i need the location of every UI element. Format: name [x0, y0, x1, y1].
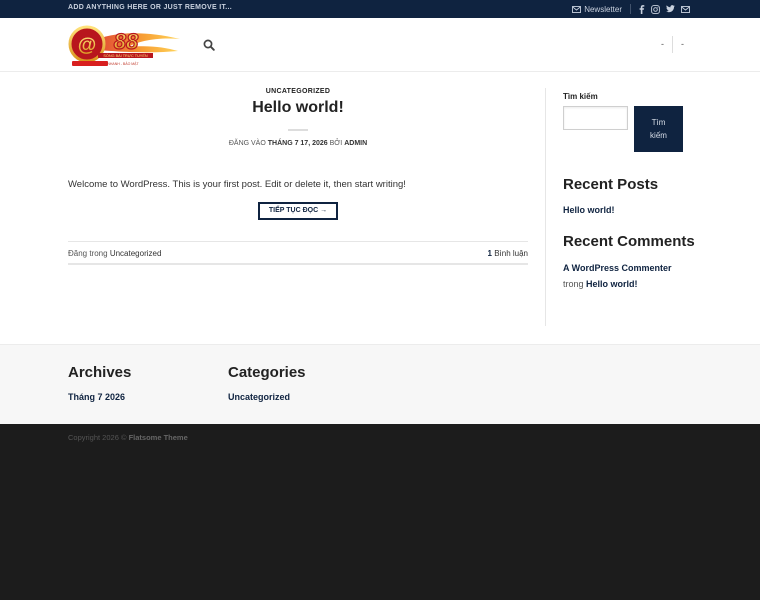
post-footer: Đăng trong Uncategorized 1 Bình luận	[68, 241, 528, 265]
header-search-button[interactable]	[203, 38, 215, 51]
twitter-icon[interactable]	[666, 5, 675, 13]
header-nav-item-2[interactable]: -	[673, 39, 692, 49]
comment-author-link[interactable]: A WordPress Commenter	[563, 263, 672, 273]
comment-label: Bình luận	[494, 249, 528, 258]
svg-text:@: @	[78, 35, 97, 56]
read-more-button[interactable]: TIẾP TỤC ĐỌC →	[258, 202, 338, 220]
instagram-icon[interactable]	[651, 4, 660, 14]
footer-widgets: Archives Tháng 7 2026 Categories Uncateg…	[0, 344, 760, 424]
top-bar: ADD ANYTHING HERE OR JUST REMOVE IT... N…	[0, 0, 760, 18]
comment-post-link[interactable]: Hello world!	[586, 279, 638, 289]
sidebar-search-button[interactable]: Tìm kiếm	[634, 106, 683, 152]
sidebar-search-label: Tìm kiếm	[563, 92, 598, 101]
site-header: @ 88 SÒNG BÀI TRỰC TUYẾN NHANH - BẢO MẬT…	[0, 18, 760, 72]
sidebar-search-button-label: Tìm kiếm	[650, 118, 667, 140]
post-meta: ĐĂNG VÀO THÁNG 7 17, 2026 BỞI ADMIN	[68, 140, 528, 147]
post-category[interactable]: UNCATEGORIZED	[68, 88, 528, 95]
email-icon[interactable]	[681, 5, 690, 13]
theme-link[interactable]: Flatsome Theme	[129, 433, 188, 442]
category-link[interactable]: Uncategorized	[228, 392, 290, 402]
svg-text:88: 88	[114, 29, 139, 54]
post-author[interactable]: ADMIN	[344, 140, 367, 147]
svg-text:SÒNG BÀI TRỰC TUYẾN: SÒNG BÀI TRỰC TUYẾN	[103, 53, 148, 58]
copyright-prefix: Copyright 2026 ©	[68, 433, 127, 442]
comment-count: 1	[487, 249, 492, 258]
posted-in-label: Đăng trong	[68, 249, 108, 258]
post-footer-category: Đăng trong Uncategorized	[68, 249, 161, 258]
facebook-icon[interactable]	[639, 4, 645, 14]
newsletter-label: Newsletter	[584, 4, 622, 14]
search-icon	[203, 38, 215, 55]
post-date[interactable]: THÁNG 7 17, 2026	[268, 140, 328, 147]
post-excerpt: Welcome to WordPress. This is your first…	[68, 179, 406, 190]
recent-posts-title: Recent Posts	[563, 176, 659, 193]
meta-prefix: ĐĂNG VÀO	[228, 140, 266, 147]
sidebar-search-input[interactable]	[563, 106, 628, 130]
post-footer-category-link[interactable]: Uncategorized	[110, 249, 162, 258]
comments-link[interactable]: 1 Bình luận	[488, 249, 529, 258]
top-bar-separator	[630, 4, 631, 14]
comment-on-label: trong	[563, 279, 584, 289]
newsletter-link[interactable]: Newsletter	[572, 5, 622, 14]
recent-comments-title: Recent Comments	[563, 233, 695, 250]
copyright: Copyright 2026 © Flatsome Theme	[68, 433, 188, 442]
svg-text:NHANH - BẢO MẬT: NHANH - BẢO MẬT	[107, 61, 139, 66]
categories-title: Categories	[228, 364, 306, 381]
site-logo[interactable]: @ 88 SÒNG BÀI TRỰC TUYẾN NHANH - BẢO MẬT	[68, 23, 182, 69]
site-footer: Copyright 2026 © Flatsome Theme	[0, 424, 760, 600]
meta-by: BỞI	[329, 140, 343, 147]
recent-comment-line: trong Hello world!	[563, 279, 638, 289]
recent-post-link[interactable]: Hello world!	[563, 205, 615, 215]
top-bar-right: Newsletter	[572, 3, 690, 15]
post-title[interactable]: Hello world!	[68, 99, 528, 117]
title-divider	[288, 129, 308, 131]
archive-link[interactable]: Tháng 7 2026	[68, 392, 125, 402]
envelope-icon	[572, 5, 582, 13]
header-nav-item-1[interactable]: -	[653, 39, 672, 49]
sidebar-divider	[545, 88, 546, 326]
header-right-nav: - -	[653, 35, 692, 53]
top-bar-tagline: ADD ANYTHING HERE OR JUST REMOVE IT...	[68, 4, 232, 11]
archives-title: Archives	[68, 364, 132, 381]
